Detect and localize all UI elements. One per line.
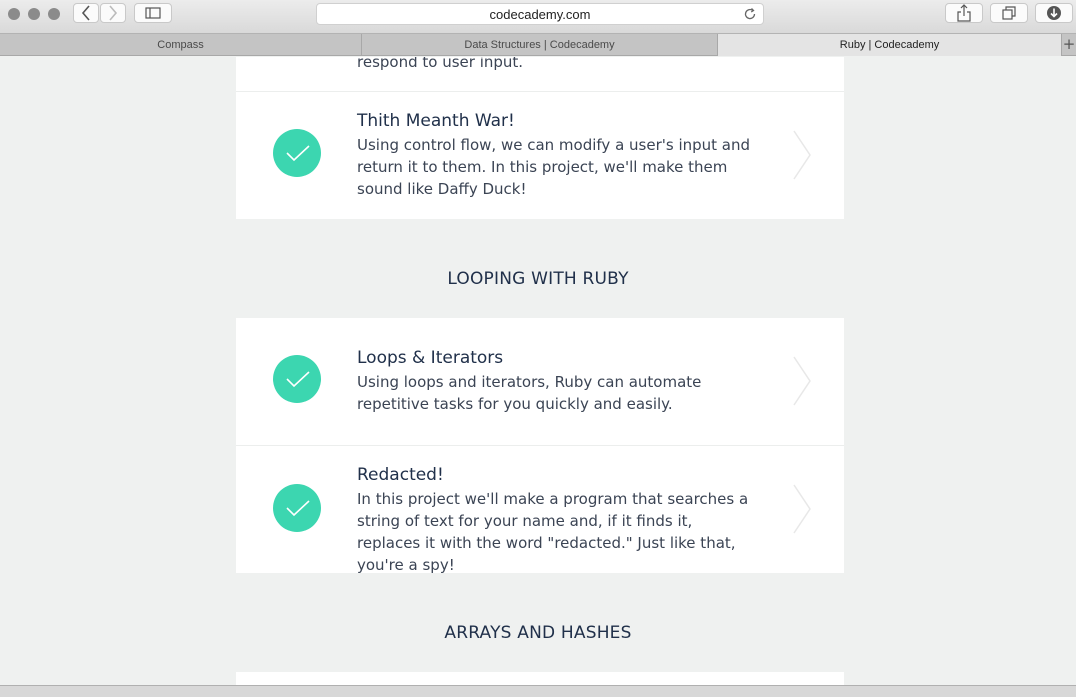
completed-check-icon — [273, 484, 321, 532]
lesson-title: Loops & Iterators — [357, 348, 504, 368]
close-window-button[interactable] — [8, 8, 20, 20]
lesson-partial-description: respond to user input. — [357, 57, 524, 71]
completed-check-icon — [273, 129, 321, 177]
address-bar[interactable]: codecademy.com — [316, 3, 764, 25]
share-button[interactable] — [945, 3, 983, 23]
sidebar-toggle-button[interactable] — [134, 3, 172, 23]
lesson-title: Thith Meanth War! — [357, 111, 515, 131]
page-content: respond to user input. Thith Meanth War!… — [0, 57, 1076, 685]
window-bottom-edge — [0, 685, 1076, 697]
download-icon — [1047, 6, 1061, 20]
browser-toolbar: codecademy.com — [0, 0, 1076, 33]
minimize-window-button[interactable] — [28, 8, 40, 20]
lesson-description: In this project we'll make a program tha… — [357, 490, 749, 574]
chevron-right-icon[interactable] — [792, 356, 812, 406]
completed-check-icon — [273, 355, 321, 403]
chevron-right-icon — [109, 5, 118, 21]
lesson-row[interactable]: Thith Meanth War! Using control flow, we… — [236, 91, 844, 219]
tab-ruby[interactable]: Ruby | Codecademy — [718, 34, 1062, 56]
lesson-row[interactable]: Loops & Iterators Using loops and iterat… — [236, 318, 844, 445]
new-tab-button[interactable]: + — [1062, 34, 1076, 56]
tabs-icon — [1002, 6, 1016, 20]
share-icon — [957, 4, 971, 22]
lesson-description: Using loops and iterators, Ruby can auto… — [357, 373, 702, 413]
chevron-right-icon[interactable] — [792, 130, 812, 180]
forward-button[interactable] — [100, 3, 126, 23]
lesson-description: Using control flow, we can modify a user… — [357, 136, 751, 198]
sidebar-icon — [145, 7, 161, 19]
zoom-window-button[interactable] — [48, 8, 60, 20]
downloads-button[interactable] — [1035, 3, 1073, 23]
tab-compass[interactable]: Compass — [0, 34, 362, 56]
lesson-row[interactable]: Redacted! In this project we'll make a p… — [236, 445, 844, 574]
lesson-card: Loops & Iterators Using loops and iterat… — [236, 318, 844, 574]
section-heading-looping: LOOPING WITH RUBY — [447, 269, 629, 289]
reload-icon[interactable] — [743, 7, 757, 21]
lesson-card — [236, 672, 844, 685]
tab-overview-button[interactable] — [990, 3, 1028, 23]
address-url: codecademy.com — [489, 7, 591, 22]
lesson-card: respond to user input. Thith Meanth War!… — [236, 57, 844, 219]
back-button[interactable] — [73, 3, 99, 23]
tab-bar: Compass Data Structures | Codecademy Rub… — [0, 33, 1076, 56]
section-heading-arrays: ARRAYS AND HASHES — [444, 623, 632, 643]
chevron-left-icon — [81, 5, 90, 21]
chevron-right-icon[interactable] — [792, 484, 812, 534]
lesson-title: Redacted! — [357, 465, 444, 485]
tab-data-structures[interactable]: Data Structures | Codecademy — [362, 34, 718, 56]
